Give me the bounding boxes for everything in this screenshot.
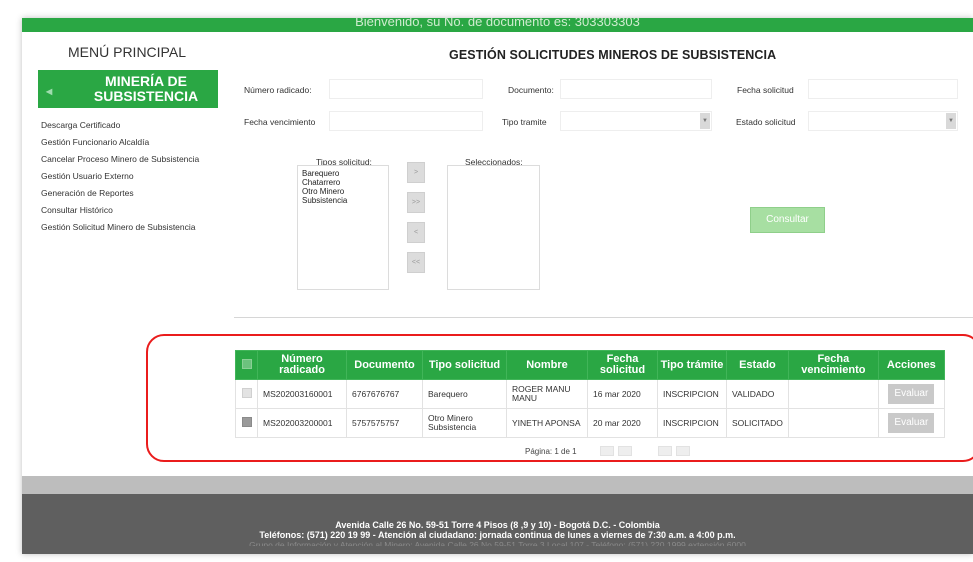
footer-phones: Teléfonos: (571) 220 19 99 - Atención al… xyxy=(259,530,736,540)
sidebar-item-generacion-reportes[interactable]: Generación de Reportes xyxy=(41,185,241,202)
footer-address: Avenida Calle 26 No. 59-51 Torre 4 Pisos… xyxy=(335,520,660,530)
numero-radicado-input[interactable] xyxy=(329,79,483,99)
tipo-tramite-select[interactable]: ▼ xyxy=(560,111,712,131)
page-title: GESTIÓN SOLICITUDES MINEROS DE SUBSISTEN… xyxy=(449,48,777,62)
list-item[interactable]: Otro Minero Subsistencia xyxy=(302,187,384,205)
list-item[interactable]: Barequero xyxy=(302,169,384,178)
menu-title: MENÚ PRINCIPAL xyxy=(68,44,186,60)
estado-solicitud-select[interactable]: ▼ xyxy=(808,111,958,131)
documento-label: Documento: xyxy=(508,85,554,95)
fecha-vencimiento-input[interactable] xyxy=(329,111,483,131)
fecha-vencimiento-label: Fecha vencimiento xyxy=(244,117,316,127)
sidebar-item-gestion-solicitud[interactable]: Gestión Solicitud Minero de Subsistencia xyxy=(41,219,241,236)
footer-strip xyxy=(22,476,973,494)
seleccionados-list[interactable] xyxy=(447,165,540,290)
list-item[interactable]: Chatarrero xyxy=(302,178,384,187)
move-all-left-button[interactable]: << xyxy=(407,252,425,273)
sidebar-item-cancelar-proceso[interactable]: Cancelar Proceso Minero de Subsistencia xyxy=(41,151,241,168)
footer: Avenida Calle 26 No. 59-51 Torre 4 Pisos… xyxy=(22,494,973,554)
chevron-down-icon: ▼ xyxy=(946,113,956,129)
tipo-tramite-label: Tipo tramite xyxy=(502,117,547,127)
tipos-solicitud-list[interactable]: Barequero Chatarrero Otro Minero Subsist… xyxy=(297,165,389,290)
sidebar-links: Descarga Certificado Gestión Funcionario… xyxy=(41,117,241,236)
estado-solicitud-label: Estado solicitud xyxy=(736,117,796,127)
move-all-right-button[interactable]: >> xyxy=(407,192,425,213)
consultar-button[interactable]: Consultar xyxy=(750,207,825,233)
move-right-button[interactable]: > xyxy=(407,162,425,183)
highlight-annotation xyxy=(146,334,973,462)
sidebar-item-gestion-usuario-externo[interactable]: Gestión Usuario Externo xyxy=(41,168,241,185)
numero-radicado-label: Número radicado: xyxy=(244,85,312,95)
footer-info: Grupo de Información y Atención al Miner… xyxy=(249,540,746,546)
sidebar-item-descarga-certificado[interactable]: Descarga Certificado xyxy=(41,117,241,134)
caret-icon: ◀ xyxy=(46,87,53,96)
move-left-button[interactable]: < xyxy=(407,222,425,243)
chevron-down-icon: ▼ xyxy=(700,113,710,129)
divider xyxy=(234,317,973,318)
documento-input[interactable] xyxy=(560,79,712,99)
sidebar-item-gestion-funcionario[interactable]: Gestión Funcionario Alcaldía xyxy=(41,134,241,151)
sidebar-section-mineria[interactable]: ◀ MINERÍA DE SUBSISTENCIA xyxy=(38,70,218,108)
fecha-solicitud-label: Fecha solicitud xyxy=(737,85,794,95)
sidebar-item-consultar-historico[interactable]: Consultar Histórico xyxy=(41,202,241,219)
app-frame: Bienvenido, su No. de documento es: 3033… xyxy=(22,18,973,554)
sidebar-section-label: MINERÍA DE SUBSISTENCIA xyxy=(93,73,199,104)
fecha-solicitud-input[interactable] xyxy=(808,79,958,99)
welcome-bar: Bienvenido, su No. de documento es: 3033… xyxy=(22,18,973,32)
